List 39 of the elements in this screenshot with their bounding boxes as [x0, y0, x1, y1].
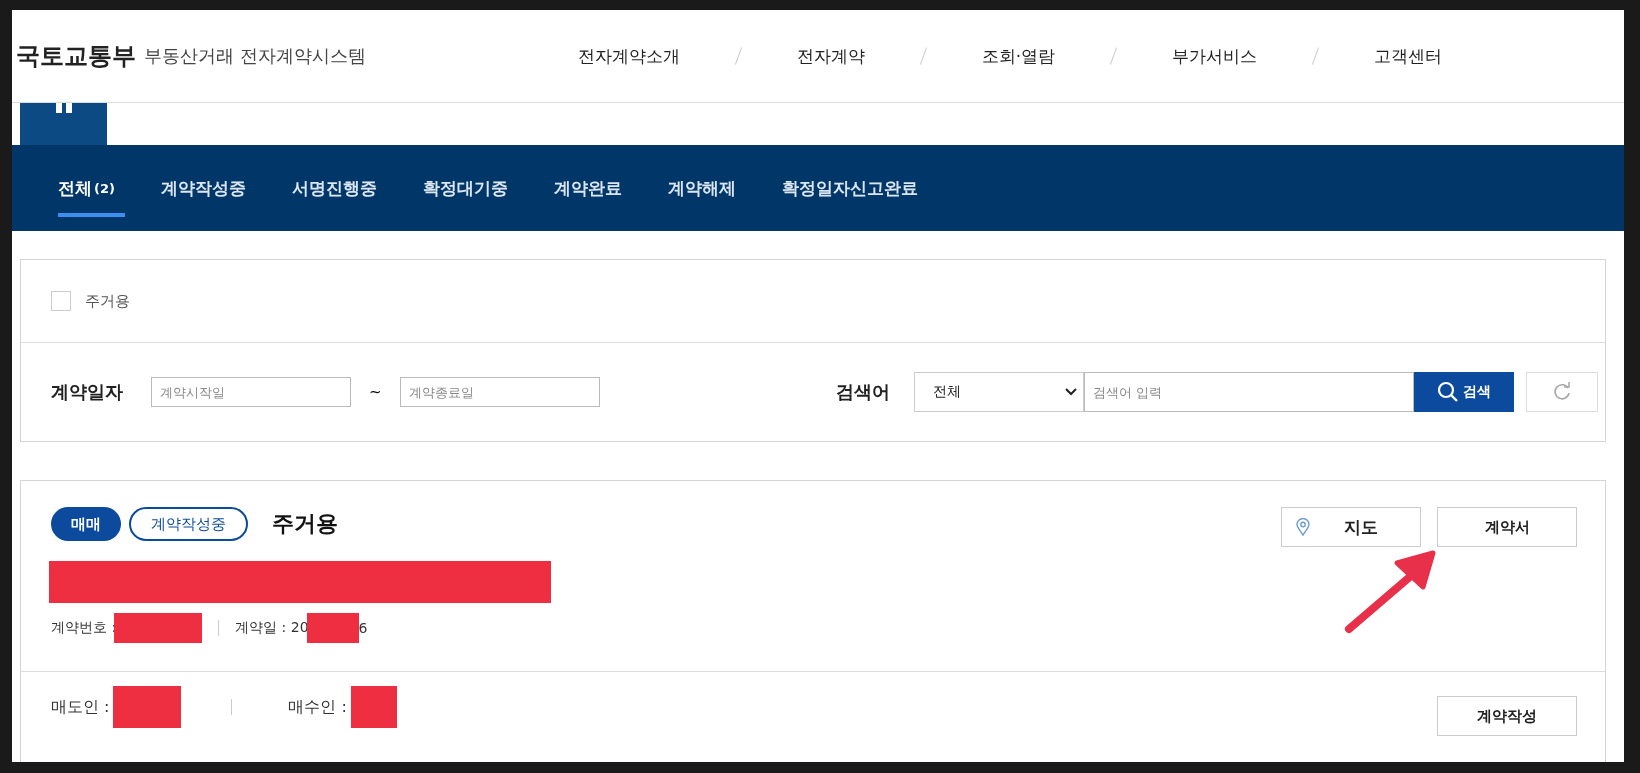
location-pin-icon	[1296, 518, 1310, 536]
party-label: 매수인 :	[288, 696, 347, 718]
search-label: 검색어	[835, 380, 890, 404]
menu-link[interactable]: 부가서비스	[1172, 44, 1258, 68]
status-tab[interactable]: 전체(2)	[48, 145, 125, 231]
status-tab[interactable]: 계약해제	[657, 145, 746, 231]
status-badge: 계약작성중	[129, 507, 248, 541]
system-name: 부동산거래 전자계약시스템	[144, 44, 366, 68]
status-tab[interactable]: 서명진행중	[281, 145, 387, 231]
search-field[interactable]: 검색어 입력	[1083, 372, 1414, 412]
range-separator: ~	[369, 383, 382, 401]
usage-title: 주거용	[272, 510, 338, 538]
map-button[interactable]: 지도	[1281, 507, 1421, 547]
home-button[interactable]	[20, 103, 107, 145]
menu-link[interactable]: 전자계약	[796, 44, 865, 68]
search-scope-dropdown[interactable]: 전체	[913, 372, 1084, 412]
reset-button[interactable]	[1525, 372, 1598, 412]
trade-type-badge: 매매	[51, 507, 121, 541]
ministry-logo[interactable]: 국토교통부	[16, 40, 136, 72]
menu-link[interactable]: 조회·열람	[981, 44, 1056, 68]
menu-link[interactable]: 고객센터	[1374, 44, 1443, 68]
status-tab[interactable]: 확정일자신고완료	[771, 145, 928, 231]
refresh-icon	[1551, 382, 1572, 402]
end-date-field[interactable]: 계약종료일	[399, 377, 600, 407]
write-contract-button[interactable]: 계약작성	[1437, 696, 1577, 736]
date-label: 계약일자	[51, 380, 123, 404]
contract-document-button[interactable]: 계약서	[1437, 507, 1577, 547]
checkbox-label: 주거용	[85, 291, 130, 311]
detail-value: 6	[358, 620, 368, 636]
menu-link[interactable]: 전자계약소개	[577, 44, 680, 68]
status-tab[interactable]: 계약완료	[543, 145, 632, 231]
search-icon	[1436, 381, 1459, 403]
chevron-down-icon	[1064, 388, 1077, 396]
checkbox[interactable]	[51, 291, 71, 311]
search-button[interactable]: 검색	[1413, 372, 1514, 412]
party-label: 매도인 :	[51, 696, 110, 718]
status-tab[interactable]: 확정대기중	[412, 145, 518, 231]
start-date-field[interactable]: 계약시작일	[151, 377, 351, 407]
status-tab[interactable]: 계약작성중	[150, 145, 256, 231]
